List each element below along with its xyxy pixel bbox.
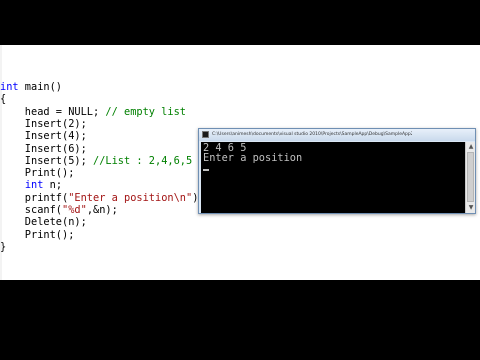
- code-string: "Enter a position\n": [68, 191, 193, 204]
- code-line: int main(): [0, 81, 480, 94]
- code-line: Print();: [0, 229, 480, 242]
- code-text: Print();: [0, 167, 75, 180]
- console-window[interactable]: C:\Users\animesh\documents\visual studio…: [198, 128, 476, 214]
- code-line: head = NULL; // empty list: [0, 106, 480, 119]
- code-text: n;: [43, 179, 63, 192]
- code-text: {: [0, 93, 7, 106]
- scroll-thumb[interactable]: [467, 152, 474, 202]
- text-cursor-icon: [203, 169, 209, 171]
- screen-area: int main(){ head = NULL; // empty list I…: [0, 45, 480, 280]
- code-line: Delete(n);: [0, 216, 480, 229]
- code-text: Insert(4);: [0, 130, 87, 143]
- code-comment: // empty list: [105, 105, 186, 118]
- code-comment: //List : 2,4,6,5: [93, 154, 193, 167]
- code-text: main(): [18, 81, 63, 93]
- code-line: }: [0, 241, 480, 254]
- code-text: Insert(2);: [0, 117, 87, 130]
- code-text: scanf(: [0, 204, 62, 216]
- console-app-icon: [202, 131, 209, 138]
- code-text: }: [0, 240, 7, 253]
- scroll-down-arrow-icon[interactable]: ▼: [467, 204, 475, 212]
- code-text: Print();: [0, 228, 75, 241]
- code-text: Insert(5);: [0, 154, 93, 167]
- code-keyword: int: [0, 81, 19, 93]
- code-string: "%d": [62, 204, 87, 216]
- console-output[interactable]: 2 4 6 5 Enter a position: [201, 142, 465, 213]
- code-text: printf(: [0, 191, 69, 204]
- code-line: {: [0, 93, 480, 106]
- console-title: C:\Users\animesh\documents\visual studio…: [212, 132, 412, 137]
- code-text: Delete(n);: [0, 216, 87, 229]
- console-titlebar[interactable]: C:\Users\animesh\documents\visual studio…: [199, 129, 475, 141]
- code-text: Insert(6);: [0, 142, 87, 155]
- code-text: ,&n);: [86, 204, 118, 216]
- console-cursor: [203, 163, 461, 174]
- scroll-up-arrow-icon[interactable]: ▲: [467, 143, 475, 151]
- code-text: head = NULL;: [0, 105, 106, 118]
- console-scrollbar[interactable]: ▲ ▼: [465, 142, 475, 213]
- code-keyword: int: [24, 179, 44, 192]
